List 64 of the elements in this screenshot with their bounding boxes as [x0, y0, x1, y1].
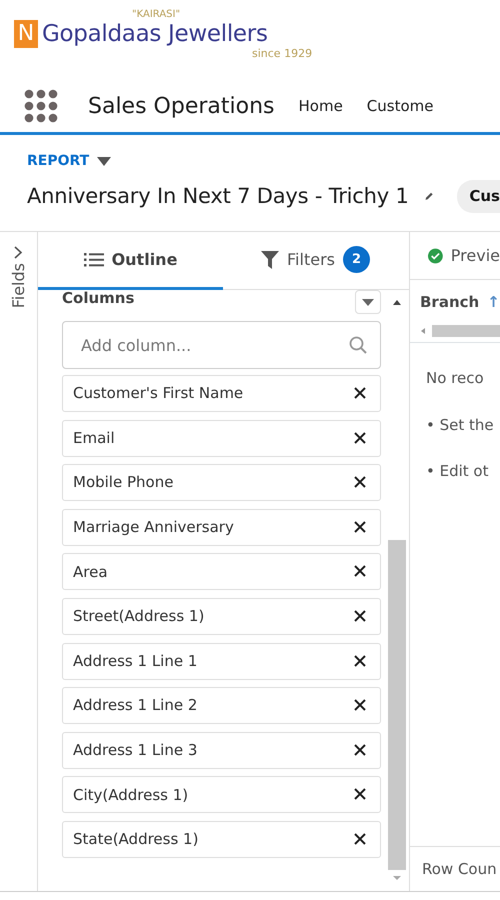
report-type-label: REPORT: [27, 152, 90, 171]
list-icon: [84, 252, 104, 266]
nav-tab[interactable]: Home: [298, 94, 343, 118]
empty-message: No reco: [425, 368, 485, 389]
close-icon: [354, 744, 366, 756]
column-header[interactable]: Branch: [420, 290, 480, 314]
hint-text: • Set the: [425, 414, 495, 436]
close-icon: [354, 610, 366, 622]
column-item[interactable]: Address 1 Line 2: [62, 687, 381, 724]
brand-tagline: "KAIRASI": [132, 10, 182, 20]
column-label: Marriage Anniversary: [73, 517, 234, 538]
column-item[interactable]: Street(Address 1): [62, 598, 381, 635]
app-launcher-icon[interactable]: [24, 89, 58, 123]
column-item[interactable]: Area: [62, 553, 381, 590]
close-icon: [354, 788, 366, 800]
logo-icon: N: [14, 20, 38, 48]
app-name: Sales Operations: [88, 92, 274, 120]
column-label: City(Address 1): [73, 784, 188, 806]
close-icon: [354, 654, 366, 667]
close-icon: [354, 476, 366, 488]
column-item[interactable]: Marriage Anniversary: [62, 508, 381, 546]
column-label: Address 1 Line 2: [73, 695, 198, 716]
row-count-label: Row Coun: [422, 858, 497, 880]
check-circle-icon: [428, 246, 443, 264]
brand-since: since 1929: [252, 48, 314, 59]
section-heading: Columns: [62, 290, 134, 309]
close-icon: [354, 432, 366, 444]
filter-chip[interactable]: Cus: [457, 180, 500, 212]
nav-tab[interactable]: Custome: [366, 94, 434, 118]
column-item[interactable]: State(Address 1): [62, 820, 381, 858]
column-label: Email: [73, 428, 115, 449]
panel-tab[interactable]: Filters 2: [223, 232, 408, 290]
chevron-right-icon[interactable]: [14, 246, 23, 259]
column-item[interactable]: Customer's First Name: [62, 375, 381, 412]
column-item[interactable]: Email: [62, 420, 381, 457]
search-field[interactable]: Add column...: [62, 321, 381, 369]
column-label: Street(Address 1): [73, 606, 204, 628]
preview-toggle[interactable]: Previe: [450, 244, 500, 268]
close-icon: [354, 833, 366, 846]
filter-icon: [261, 250, 280, 268]
caret-icon[interactable]: [97, 157, 112, 166]
close-icon: [354, 565, 366, 578]
column-label: State(Address 1): [73, 829, 198, 850]
column-label: Customer's First Name: [73, 383, 244, 404]
count-badge: 2: [342, 246, 370, 273]
brand-name: Gopaldaas Jewellers: [42, 20, 268, 48]
panel-tab[interactable]: Outline: [38, 232, 223, 290]
caret-icon: [362, 298, 374, 306]
column-label: Area: [73, 562, 108, 583]
hint-text: • Edit ot: [425, 461, 490, 482]
dropdown-button[interactable]: [355, 290, 381, 314]
column-item[interactable]: Address 1 Line 1: [62, 642, 381, 680]
column-item[interactable]: Mobile Phone: [62, 464, 381, 502]
report-title: Anniversary In Next 7 Days - Trichy 1: [27, 182, 409, 210]
close-icon: [354, 387, 366, 400]
close-icon: [354, 699, 366, 712]
column-item[interactable]: Address 1 Line 3: [62, 732, 381, 769]
fields-panel-label[interactable]: Fields: [6, 263, 30, 308]
column-label: Address 1 Line 1: [73, 650, 198, 672]
column-item[interactable]: City(Address 1): [62, 776, 381, 814]
search-icon: [349, 336, 367, 354]
column-label: Mobile Phone: [73, 472, 174, 494]
column-label: Address 1 Line 3: [73, 740, 198, 761]
close-icon: [354, 520, 366, 533]
